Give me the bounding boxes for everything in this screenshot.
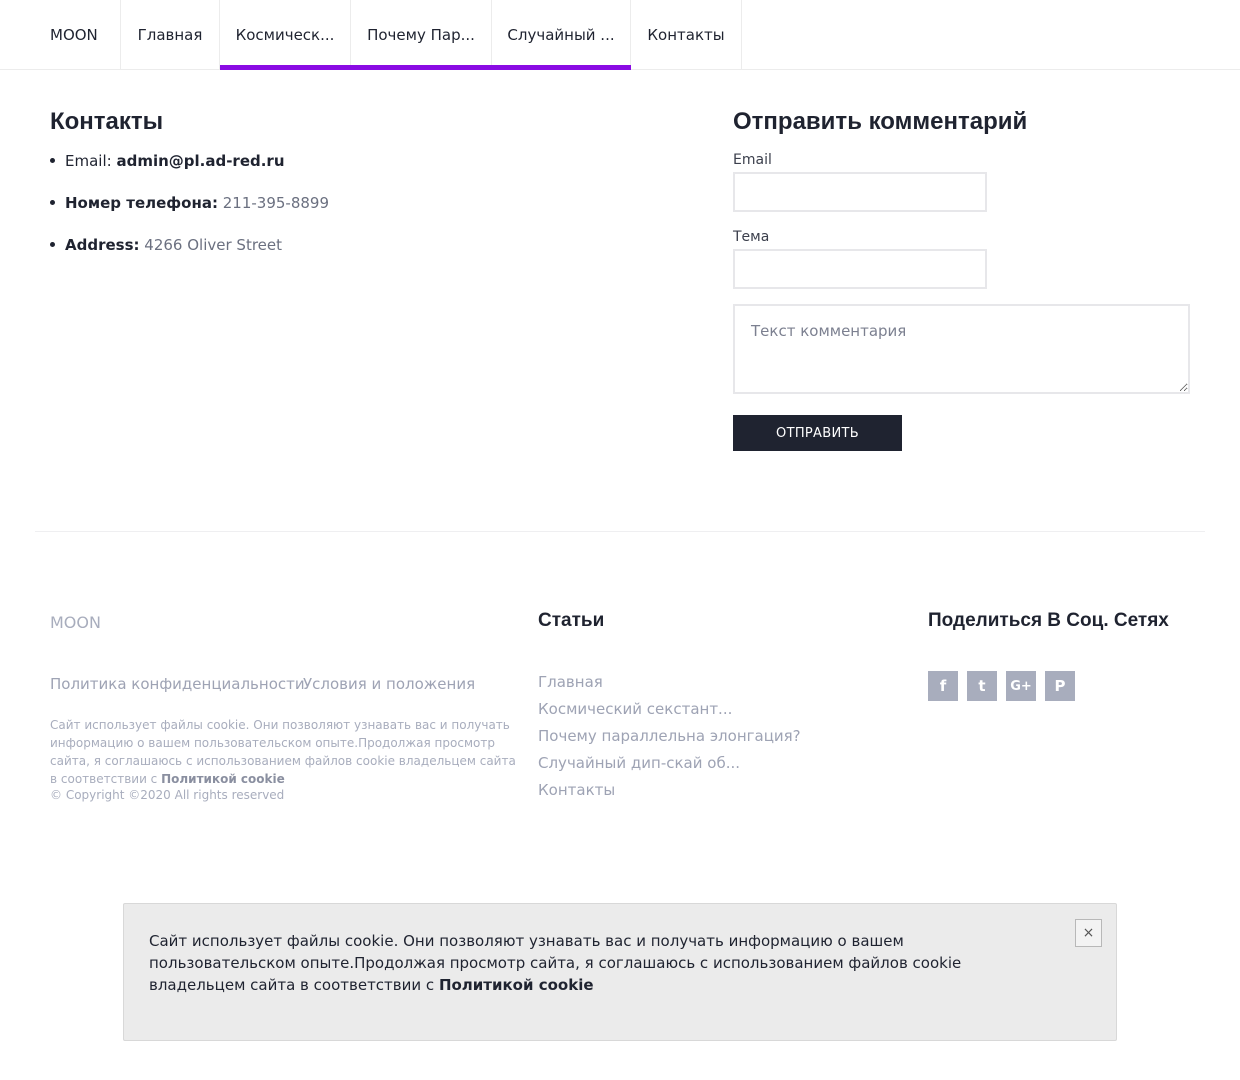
nav-item-why-parallel[interactable]: Почему Пар... bbox=[351, 0, 492, 70]
footer-cookie-policy-link[interactable]: Политикой cookie bbox=[161, 772, 285, 786]
privacy-policy-link[interactable]: Политика конфиденциальности bbox=[50, 675, 305, 693]
contact-email-link[interactable]: admin@pl.ad-red.ru bbox=[116, 152, 284, 170]
footer-brand[interactable]: MOON bbox=[50, 613, 101, 632]
footer-copyright: © Copyright ©2020 All rights reserved bbox=[50, 788, 285, 802]
contact-address-key: Address: bbox=[65, 236, 140, 254]
nav-item-space-sextant[interactable]: Космическ... bbox=[220, 0, 351, 70]
nav-item-label: Почему Пар... bbox=[367, 26, 475, 44]
footer-article-link[interactable]: Случайный дип-скай об... bbox=[538, 752, 801, 779]
contact-address-value: 4266 Oliver Street bbox=[144, 236, 282, 254]
submit-button[interactable]: ОТПРАВИТЬ bbox=[733, 415, 902, 451]
nav-item-label: Космическ... bbox=[235, 26, 335, 44]
facebook-icon[interactable]: f bbox=[928, 671, 958, 701]
cookie-bar-policy-link[interactable]: Политикой cookie bbox=[439, 976, 594, 994]
nav-item-random-deep-sky[interactable]: Случайный ... bbox=[492, 0, 631, 70]
email-field[interactable] bbox=[733, 172, 987, 212]
contact-phone-row: Номер телефона: 211-395-8899 bbox=[50, 192, 650, 234]
nav-active-underline bbox=[220, 65, 631, 70]
subject-field[interactable] bbox=[733, 249, 987, 289]
comment-form-title: Отправить комментарий bbox=[733, 108, 1028, 135]
section-divider bbox=[35, 531, 1205, 532]
nav-item-home[interactable]: Главная bbox=[120, 0, 220, 70]
nav-brand[interactable]: MOON bbox=[50, 0, 120, 70]
email-field-label: Email bbox=[733, 152, 772, 168]
footer-article-link[interactable]: Контакты bbox=[538, 779, 801, 806]
facebook-glyph: f bbox=[939, 677, 947, 695]
footer-article-link[interactable]: Космический секстант... bbox=[538, 698, 801, 725]
pinterest-icon[interactable]: P bbox=[1045, 671, 1075, 701]
footer-article-link[interactable]: Главная bbox=[538, 671, 801, 698]
footer-articles-title: Статьи bbox=[538, 610, 605, 631]
footer-social-title: Поделиться В Соц. Сетях bbox=[928, 610, 1169, 631]
pinterest-glyph: P bbox=[1054, 677, 1066, 695]
twitter-icon[interactable]: t bbox=[967, 671, 997, 701]
contact-email-row: Email: admin@pl.ad-red.ru bbox=[50, 150, 650, 192]
nav-item-label: Контакты bbox=[647, 26, 725, 44]
contacts-list: Email: admin@pl.ad-red.ru Номер телефона… bbox=[50, 150, 650, 276]
subject-field-label: Тема bbox=[733, 229, 770, 245]
cookie-consent-bar: Сайт использует файлы cookie. Они позвол… bbox=[123, 903, 1117, 1041]
contact-email-key: Email: bbox=[65, 152, 112, 170]
twitter-glyph: t bbox=[978, 677, 986, 695]
comment-textarea[interactable] bbox=[733, 304, 1190, 394]
contacts-title: Контакты bbox=[50, 108, 164, 135]
footer-article-link[interactable]: Почему параллельна элонгация? bbox=[538, 725, 801, 752]
footer-articles-list: Главная Космический секстант... Почему п… bbox=[538, 671, 801, 806]
contact-phone-value: 211-395-8899 bbox=[222, 194, 329, 212]
nav-item-contacts[interactable]: Контакты bbox=[631, 0, 742, 70]
close-icon[interactable]: × bbox=[1075, 919, 1102, 947]
google-plus-glyph: G+ bbox=[1010, 678, 1032, 694]
top-navigation: MOON Главная Космическ... Почему Пар... … bbox=[0, 0, 1240, 70]
nav-brand-label: MOON bbox=[50, 26, 98, 44]
terms-link[interactable]: Условия и положения bbox=[303, 675, 475, 693]
cookie-bar-message: Сайт использует файлы cookie. Они позвол… bbox=[149, 930, 1029, 996]
nav-item-label: Случайный ... bbox=[507, 26, 615, 44]
contact-address-row: Address: 4266 Oliver Street bbox=[50, 234, 650, 276]
nav-item-label: Главная bbox=[137, 26, 203, 44]
footer-cookie-notice: Сайт использует файлы cookie. Они позвол… bbox=[50, 716, 520, 788]
contact-phone-key: Номер телефона: bbox=[65, 194, 218, 212]
google-plus-icon[interactable]: G+ bbox=[1006, 671, 1036, 701]
